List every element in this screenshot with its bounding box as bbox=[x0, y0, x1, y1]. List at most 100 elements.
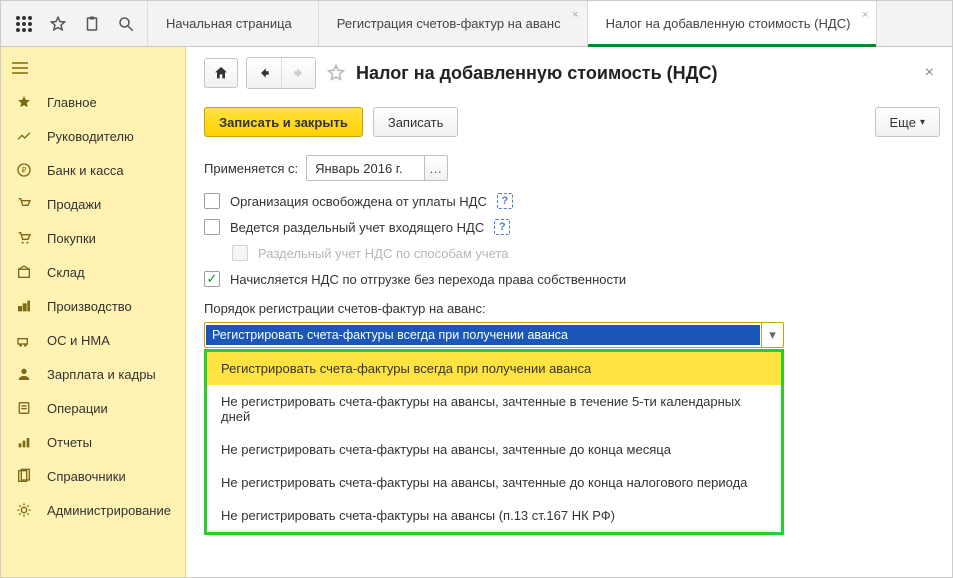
checkbox-input[interactable]: ✓ bbox=[204, 271, 220, 287]
checkbox-label: Организация освобождена от уплаты НДС bbox=[230, 194, 487, 209]
apps-grid-icon[interactable] bbox=[7, 1, 41, 47]
checkbox-shipment-vat: ✓ Начисляется НДС по отгрузке без перехо… bbox=[204, 271, 940, 287]
main-icon bbox=[15, 93, 33, 111]
home-button[interactable] bbox=[204, 58, 238, 88]
sidebar-item-label: Администрирование bbox=[47, 503, 171, 518]
sidebar-item-main[interactable]: Главное bbox=[1, 85, 185, 119]
dropdown-option[interactable]: Регистрировать счета-фактуры всегда при … bbox=[207, 352, 781, 385]
sidebar-item-stock[interactable]: Склад bbox=[1, 255, 185, 289]
button-label: Записать и закрыть bbox=[219, 115, 348, 130]
prod-icon bbox=[15, 297, 33, 315]
save-and-close-button[interactable]: Записать и закрыть bbox=[204, 107, 363, 137]
sidebar-item-ref[interactable]: Справочники bbox=[1, 459, 185, 493]
back-button[interactable] bbox=[247, 58, 281, 88]
sales-icon bbox=[15, 195, 33, 213]
nav-group bbox=[246, 57, 316, 89]
bank-icon: ₽ bbox=[15, 161, 33, 179]
sidebar-item-assets[interactable]: ОС и НМА bbox=[1, 323, 185, 357]
sidebar-item-label: Производство bbox=[47, 299, 132, 314]
save-button[interactable]: Записать bbox=[373, 107, 459, 137]
sidebar-item-bank[interactable]: ₽ Банк и касса bbox=[1, 153, 185, 187]
body: Главное Руководителю ₽ Банк и касса Продажи П… bbox=[1, 47, 952, 577]
combo-value: Регистрировать счета-фактуры всегда при … bbox=[206, 325, 760, 345]
sidebar-item-label: Зарплата и кадры bbox=[47, 367, 156, 382]
advance-order-label: Порядок регистрации счетов-фактур на ава… bbox=[204, 301, 940, 316]
ref-icon bbox=[15, 467, 33, 485]
top-bar: Начальная страница Регистрация счетов-фа… bbox=[1, 1, 952, 47]
search-icon[interactable] bbox=[109, 1, 143, 47]
checkbox-input bbox=[232, 245, 248, 261]
combo-field[interactable]: Регистрировать счета-фактуры всегда при … bbox=[204, 322, 784, 348]
checkbox-split-by-method: Раздельный учет НДС по способам учета bbox=[232, 245, 940, 261]
close-icon[interactable]: × bbox=[862, 9, 868, 21]
sidebar-item-label: Банк и касса bbox=[47, 163, 124, 178]
sidebar-item-admin[interactable]: Администрирование bbox=[1, 493, 185, 527]
tabs: Начальная страница Регистрация счетов-фа… bbox=[148, 1, 952, 46]
combo-dropdown: Регистрировать счета-фактуры всегда при … bbox=[204, 349, 784, 535]
checkbox-label: Начисляется НДС по отгрузке без перехода… bbox=[230, 272, 626, 287]
app-window: Начальная страница Регистрация счетов-фа… bbox=[0, 0, 953, 578]
applies-from-picker-button[interactable]: … bbox=[424, 155, 448, 181]
hr-icon bbox=[15, 365, 33, 383]
page-title: Налог на добавленную стоимость (НДС) bbox=[356, 63, 718, 84]
checkbox-split-accounting: Ведется раздельный учет входящего НДС ? bbox=[204, 219, 940, 235]
sidebar-item-label: Склад bbox=[47, 265, 85, 280]
sidebar-item-purch[interactable]: Покупки bbox=[1, 221, 185, 255]
content-header: Налог на добавленную стоимость (НДС) × bbox=[204, 57, 940, 89]
sidebar-item-label: Руководителю bbox=[47, 129, 134, 144]
advance-order-combo: Регистрировать счета-фактуры всегда при … bbox=[204, 322, 784, 348]
svg-text:₽: ₽ bbox=[22, 166, 27, 175]
ops-icon bbox=[15, 399, 33, 417]
sidebar: Главное Руководителю ₽ Банк и касса Продажи П… bbox=[1, 47, 186, 577]
help-icon[interactable]: ? bbox=[497, 193, 513, 209]
button-label: Еще bbox=[890, 115, 916, 130]
dropdown-option[interactable]: Не регистрировать счета-фактуры на аванс… bbox=[207, 385, 781, 433]
input-value: Январь 2016 г. bbox=[315, 161, 402, 176]
purch-icon bbox=[15, 229, 33, 247]
button-label: Записать bbox=[388, 115, 444, 130]
clipboard-icon[interactable] bbox=[75, 1, 109, 47]
dropdown-option[interactable]: Не регистрировать счета-фактуры на аванс… bbox=[207, 499, 781, 532]
stock-icon bbox=[15, 263, 33, 281]
checkbox-input[interactable] bbox=[204, 193, 220, 209]
sidebar-item-label: Операции bbox=[47, 401, 108, 416]
tab-home[interactable]: Начальная страница bbox=[148, 1, 319, 46]
forward-button bbox=[281, 58, 315, 88]
dropdown-option[interactable]: Не регистрировать счета-фактуры на аванс… bbox=[207, 433, 781, 466]
favorite-star-icon[interactable] bbox=[324, 61, 348, 85]
sidebar-item-sales[interactable]: Продажи bbox=[1, 187, 185, 221]
chevron-down-icon: ▾ bbox=[920, 117, 925, 128]
checkbox-label: Раздельный учет НДС по способам учета bbox=[258, 246, 509, 261]
star-icon[interactable] bbox=[41, 1, 75, 47]
applies-from-field: Январь 2016 г. … bbox=[306, 155, 448, 181]
sidebar-item-prod[interactable]: Производство bbox=[1, 289, 185, 323]
close-icon[interactable]: × bbox=[572, 9, 578, 21]
checkbox-label: Ведется раздельный учет входящего НДС bbox=[230, 220, 484, 235]
sidebar-item-ops[interactable]: Операции bbox=[1, 391, 185, 425]
combo-dropdown-button[interactable]: ▾ bbox=[761, 323, 783, 347]
content: Налог на добавленную стоимость (НДС) × З… bbox=[186, 47, 952, 577]
more-button[interactable]: Еще ▾ bbox=[875, 107, 940, 137]
checkbox-input[interactable] bbox=[204, 219, 220, 235]
sidebar-item-mgr[interactable]: Руководителю bbox=[1, 119, 185, 153]
applies-from-label: Применяется с: bbox=[204, 161, 298, 176]
sidebar-item-label: Продажи bbox=[47, 197, 101, 212]
tab-invoice-reg[interactable]: Регистрация счетов-фактур на аванс× bbox=[319, 1, 588, 46]
panel-close-icon[interactable]: × bbox=[919, 60, 940, 86]
checkbox-exempt: Организация освобождена от уплаты НДС ? bbox=[204, 193, 940, 209]
actions-row: Записать и закрыть Записать Еще ▾ bbox=[204, 107, 940, 137]
admin-icon bbox=[15, 501, 33, 519]
sidebar-toggle-icon[interactable] bbox=[9, 57, 31, 79]
sidebar-item-label: Отчеты bbox=[47, 435, 92, 450]
dropdown-option[interactable]: Не регистрировать счета-фактуры на аванс… bbox=[207, 466, 781, 499]
tab-label: Начальная страница bbox=[166, 16, 292, 31]
rep-icon bbox=[15, 433, 33, 451]
applies-from-input[interactable]: Январь 2016 г. bbox=[306, 155, 424, 181]
sidebar-item-hr[interactable]: Зарплата и кадры bbox=[1, 357, 185, 391]
assets-icon bbox=[15, 331, 33, 349]
help-icon[interactable]: ? bbox=[494, 219, 510, 235]
sidebar-item-rep[interactable]: Отчеты bbox=[1, 425, 185, 459]
sidebar-item-label: ОС и НМА bbox=[47, 333, 110, 348]
tab-vat[interactable]: Налог на добавленную стоимость (НДС)× bbox=[588, 1, 878, 46]
sidebar-item-label: Главное bbox=[47, 95, 97, 110]
